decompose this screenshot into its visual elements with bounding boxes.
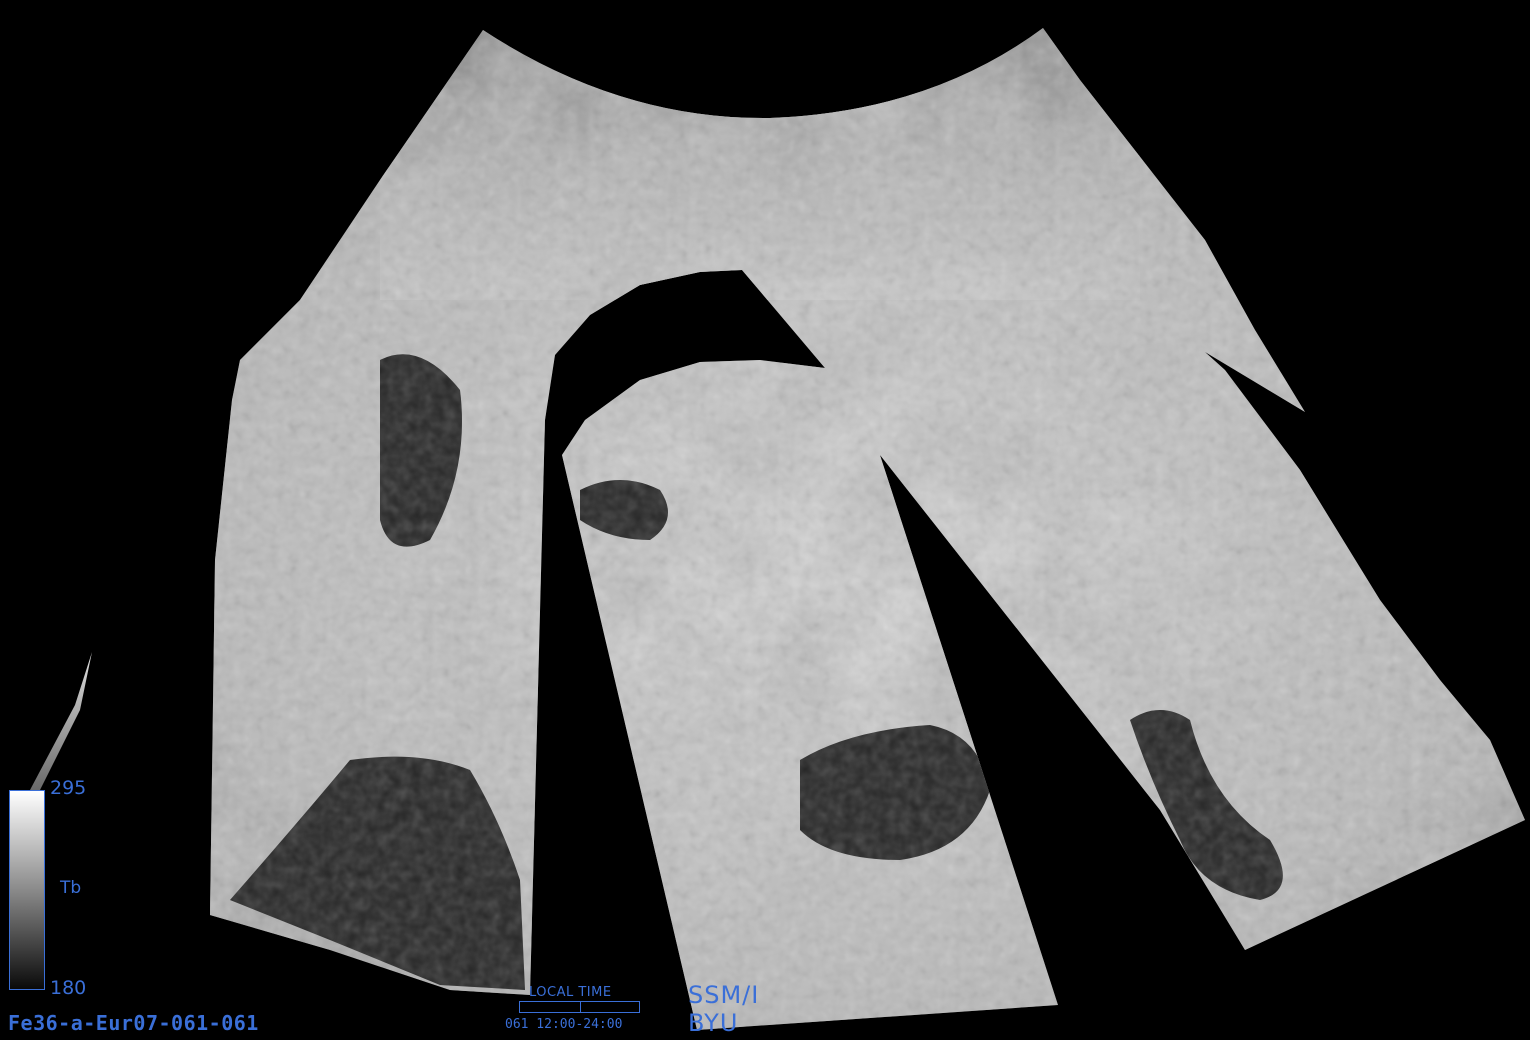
sensor-label: SSM/I [688,981,760,1009]
colorbar-max-label: 295 [50,777,87,799]
colorbar-variable-label: Tb [60,878,82,898]
local-time-title: LOCAL TIME [529,985,612,1000]
brightness-temperature-map [0,0,1530,1040]
local-time-range: 061 12:00-24:00 [505,1017,623,1032]
local-time-bar [519,1001,640,1013]
local-time-bar-segment [580,1002,639,1012]
colorbar-histogram-spike [30,652,92,790]
institution-label: BYU [688,1009,739,1037]
image-id-label: Fe36-a-Eur07-061-061 [8,1011,259,1035]
colorbar-min-label: 180 [50,977,87,999]
colorbar [9,790,45,990]
